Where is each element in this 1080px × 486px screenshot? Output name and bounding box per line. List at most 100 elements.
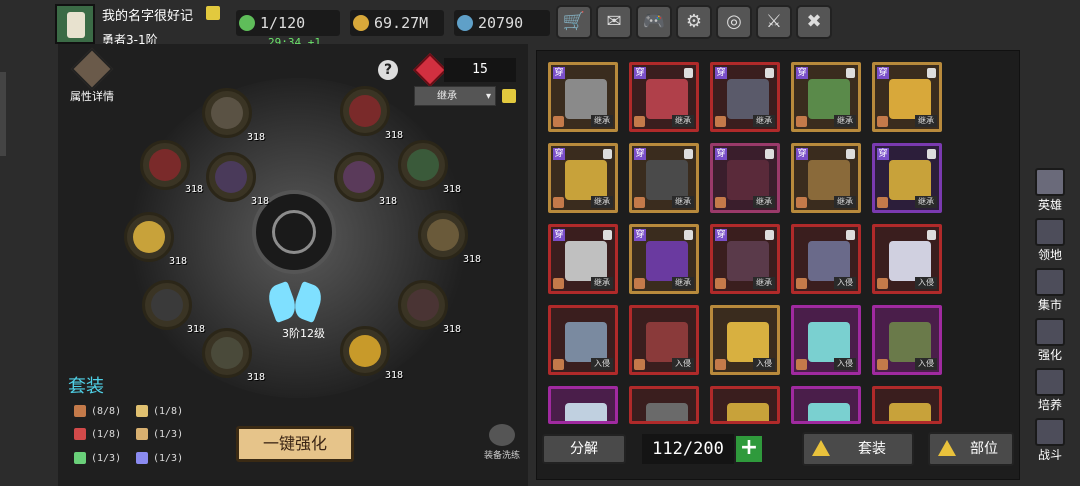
equip-slot[interactable]: 318 <box>340 326 403 381</box>
equip-slot[interactable]: 318 <box>206 152 269 207</box>
equip-slot[interactable]: 318 <box>418 210 481 265</box>
help-icon[interactable]: ? <box>378 60 398 80</box>
sidebar-item-hero[interactable]: 英雄 <box>1026 168 1074 214</box>
lock-icon[interactable] <box>927 230 936 240</box>
avatar[interactable] <box>55 4 95 44</box>
sidebar-item-market[interactable]: 集市 <box>1026 268 1074 314</box>
item-art-icon <box>808 403 850 421</box>
lock-icon[interactable] <box>927 149 936 159</box>
inventory-item[interactable]: 穿继承 <box>872 143 942 213</box>
lock-icon[interactable] <box>846 230 855 240</box>
inventory-item[interactable]: 入侵 <box>629 305 699 375</box>
inventory-item[interactable] <box>872 386 942 424</box>
lock-icon[interactable] <box>603 230 612 240</box>
claw-button[interactable]: ⚔ <box>756 5 792 39</box>
battle-button[interactable]: ✖ <box>796 5 832 39</box>
inventory-item[interactable]: 入侵 <box>872 305 942 375</box>
equip-slot[interactable]: 318 <box>334 152 397 207</box>
item-type-icon <box>877 197 888 208</box>
inventory-item[interactable] <box>791 386 861 424</box>
equip-slot[interactable]: 318 <box>124 212 187 267</box>
attribute-details-label: 属性详情 <box>70 90 114 103</box>
lock-icon[interactable] <box>927 68 936 78</box>
equipped-tag: 穿 <box>796 148 808 160</box>
set-bonus-count: (1/3) <box>91 453 122 464</box>
lock-icon[interactable] <box>765 230 774 240</box>
inventory-item[interactable]: 入侵 <box>548 305 618 375</box>
settings-button[interactable]: ⚙ <box>676 5 712 39</box>
sort-by-set-button[interactable]: 套装 <box>802 432 914 466</box>
expand-capacity-button[interactable]: + <box>736 436 762 462</box>
shop-button[interactable]: 🛒 <box>556 5 592 39</box>
equipment-refine-button[interactable]: 装备洗练 <box>478 424 526 464</box>
inventory-item[interactable]: 入侵 <box>710 305 780 375</box>
edit-filter-icon[interactable] <box>502 89 516 103</box>
edit-name-icon[interactable] <box>206 6 220 20</box>
gamepad-button[interactable]: 🎮 <box>636 5 672 39</box>
inventory-item[interactable]: 穿继承 <box>710 224 780 294</box>
gold-coin-icon <box>353 15 369 31</box>
equip-slot[interactable]: 318 <box>202 88 265 143</box>
inventory-item[interactable]: 穿继承 <box>548 224 618 294</box>
slot-level: 318 <box>384 130 403 141</box>
inventory-item[interactable]: 穿继承 <box>629 143 699 213</box>
sidebar-item-battle[interactable]: 战斗 <box>1026 418 1074 464</box>
inventory-item[interactable] <box>548 386 618 424</box>
equip-slot[interactable]: 318 <box>398 140 461 195</box>
lock-icon[interactable] <box>846 149 855 159</box>
attribute-details-button[interactable]: 属性详情 <box>66 47 118 103</box>
player-name: 我的名字很好记 <box>102 9 194 24</box>
inventory-item[interactable]: 入侵 <box>791 305 861 375</box>
inventory-item[interactable] <box>710 386 780 424</box>
set-bonus-item[interactable]: (1/3) <box>74 452 121 464</box>
strengthen-all-button[interactable]: 一键强化 <box>236 426 354 462</box>
inventory-item[interactable]: 穿继承 <box>710 62 780 132</box>
lock-icon[interactable] <box>684 149 693 159</box>
set-bonus-item[interactable]: (1/3) <box>136 452 183 464</box>
inventory-item[interactable]: 入侵 <box>791 224 861 294</box>
item-type-icon <box>796 197 807 208</box>
set-bonus-item[interactable]: (1/8) <box>136 405 183 417</box>
slot-item-icon <box>427 219 459 251</box>
lock-icon[interactable] <box>846 68 855 78</box>
equip-slot[interactable]: 318 <box>340 86 403 141</box>
lock-icon[interactable] <box>765 149 774 159</box>
lock-icon[interactable] <box>603 149 612 159</box>
equip-slot[interactable]: 318 <box>142 280 205 335</box>
lock-icon[interactable] <box>765 68 774 78</box>
sidebar-item-territory[interactable]: 领地 <box>1026 218 1074 264</box>
lock-icon[interactable] <box>684 230 693 240</box>
sort-by-slot-button[interactable]: 部位 <box>928 432 1014 466</box>
inventory-item[interactable]: 穿继承 <box>791 143 861 213</box>
inventory-item[interactable]: 入侵 <box>872 224 942 294</box>
gem-counter: 20790 <box>454 10 550 36</box>
set-bonus-item[interactable]: (1/8) <box>74 428 121 440</box>
mail-button[interactable]: ✉ <box>596 5 632 39</box>
equip-slot[interactable]: 318 <box>202 328 265 383</box>
sort-slot-label: 部位 <box>970 441 998 457</box>
decompose-button[interactable]: 分解 <box>542 434 626 464</box>
inventory-item[interactable]: 穿继承 <box>791 62 861 132</box>
color-wheel-button[interactable]: ◎ <box>716 5 752 39</box>
equip-slot[interactable]: 318 <box>398 280 461 335</box>
bars-icon <box>136 452 148 464</box>
inventory-item[interactable]: 穿继承 <box>548 143 618 213</box>
inventory-item[interactable] <box>629 386 699 424</box>
inventory-item[interactable]: 穿继承 <box>629 224 699 294</box>
sidebar-item-cultivate[interactable]: 培养 <box>1026 368 1074 414</box>
item-source-label: 继承 <box>915 115 937 127</box>
set-bonus-item[interactable]: (8/8) <box>74 405 121 417</box>
slot-item-icon <box>215 161 247 193</box>
set-bonus-item[interactable]: (1/3) <box>136 428 183 440</box>
inventory-item[interactable]: 穿继承 <box>629 62 699 132</box>
equip-slot[interactable]: 318 <box>140 140 203 195</box>
gold-counter: 69.27M <box>350 10 444 36</box>
inventory-item[interactable]: 穿继承 <box>710 143 780 213</box>
inherit-filter-select[interactable]: 继承 ▾ <box>414 86 496 106</box>
inventory-item[interactable]: 穿继承 <box>872 62 942 132</box>
sidebar-item-strengthen[interactable]: 强化 <box>1026 318 1074 364</box>
wings-icon[interactable] <box>264 278 326 328</box>
left-drawer-tab[interactable] <box>0 72 6 156</box>
lock-icon[interactable] <box>684 68 693 78</box>
inventory-item[interactable]: 穿继承 <box>548 62 618 132</box>
